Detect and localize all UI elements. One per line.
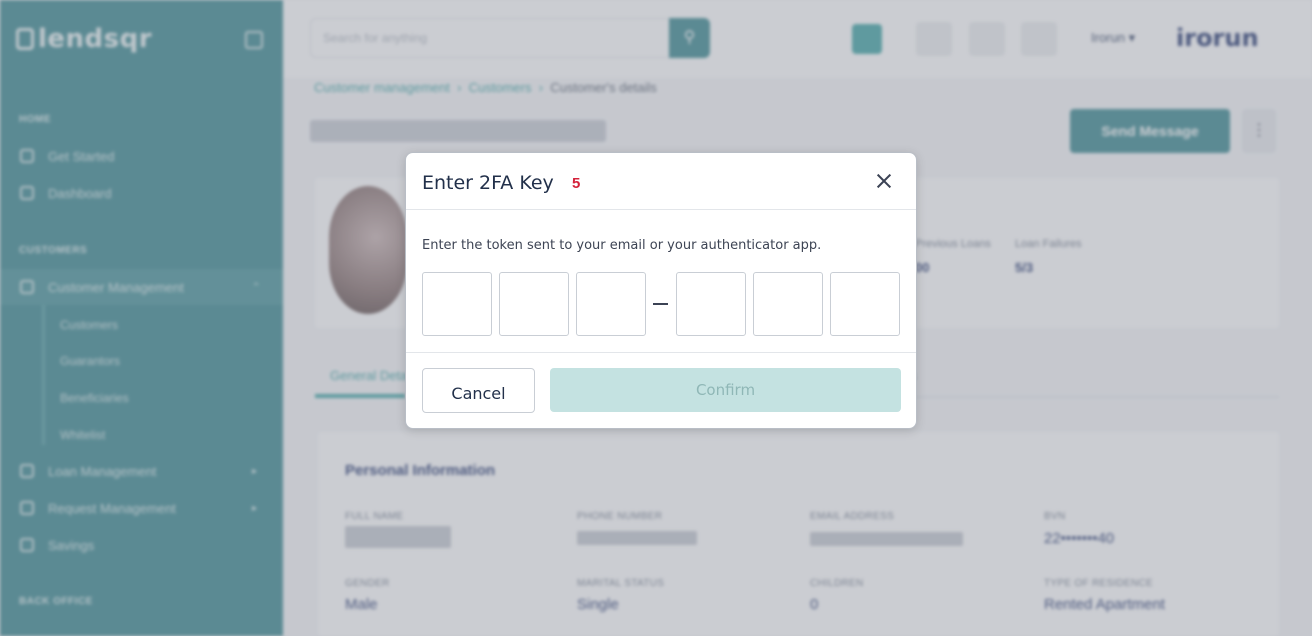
- otp-digit-3[interactable]: [576, 272, 646, 336]
- two-factor-modal: Enter 2FA Key 5 Enter the token sent to …: [405, 152, 917, 429]
- modal-instruction: Enter the token sent to your email or yo…: [422, 238, 822, 253]
- close-icon[interactable]: [872, 169, 896, 193]
- count-badge: 5: [572, 175, 581, 192]
- cancel-button[interactable]: Cancel: [422, 368, 535, 413]
- otp-digit-2[interactable]: [499, 272, 569, 336]
- modal-header: Enter 2FA Key 5: [406, 153, 916, 210]
- modal-title: Enter 2FA Key: [422, 172, 554, 194]
- confirm-button[interactable]: Confirm: [550, 368, 901, 412]
- otp-digit-1[interactable]: [422, 272, 492, 336]
- otp-digit-6[interactable]: [830, 272, 900, 336]
- modal-footer-divider: [406, 352, 916, 353]
- otp-digit-4[interactable]: [676, 272, 746, 336]
- otp-digit-5[interactable]: [753, 272, 823, 336]
- otp-separator: [653, 303, 668, 305]
